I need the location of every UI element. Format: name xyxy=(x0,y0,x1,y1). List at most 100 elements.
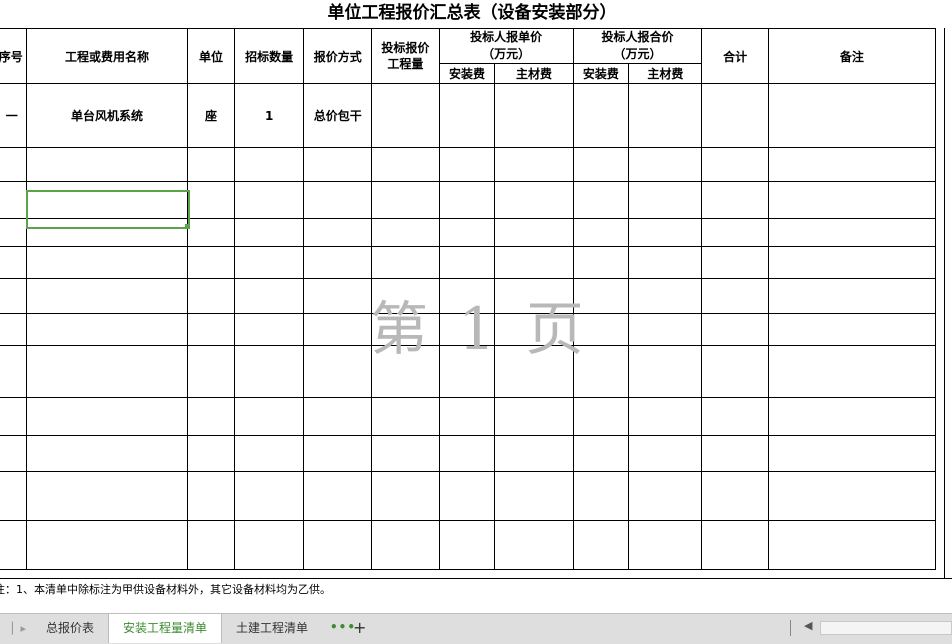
cell[interactable] xyxy=(572,147,630,182)
cell[interactable] xyxy=(494,471,574,521)
cell[interactable] xyxy=(572,181,630,219)
cell[interactable] xyxy=(0,218,27,247)
header-seq[interactable]: 序号 xyxy=(0,28,27,84)
cell[interactable] xyxy=(233,181,305,219)
header-bid-quote-qty[interactable]: 投标报价 工程量 xyxy=(371,28,440,84)
cell[interactable] xyxy=(767,397,937,436)
cell[interactable] xyxy=(438,278,496,314)
header-bid-qty[interactable]: 招标数量 xyxy=(233,28,305,84)
cell[interactable] xyxy=(371,520,440,570)
cell[interactable] xyxy=(371,345,440,398)
cell[interactable] xyxy=(233,313,305,346)
cell[interactable] xyxy=(701,218,769,247)
cell[interactable] xyxy=(371,83,440,148)
cell[interactable] xyxy=(371,246,440,279)
header-unit-price[interactable]: 投标人报单价 （万元） xyxy=(438,28,574,64)
cell[interactable] xyxy=(25,345,189,398)
cell[interactable] xyxy=(494,246,574,279)
cell[interactable] xyxy=(25,313,189,346)
cell[interactable] xyxy=(187,520,235,570)
cell[interactable] xyxy=(628,83,703,148)
cell[interactable] xyxy=(25,278,189,314)
cell[interactable] xyxy=(187,218,235,247)
cell[interactable] xyxy=(371,181,440,219)
cell[interactable] xyxy=(371,218,440,247)
cell[interactable] xyxy=(25,218,189,247)
cell[interactable] xyxy=(233,397,305,436)
horizontal-scrollbar[interactable]: ◀ xyxy=(790,618,952,638)
cell[interactable] xyxy=(187,397,235,436)
cell[interactable] xyxy=(494,345,574,398)
cell[interactable] xyxy=(701,520,769,570)
cell[interactable] xyxy=(0,313,27,346)
cell[interactable] xyxy=(25,397,189,436)
cell[interactable] xyxy=(767,218,937,247)
cell[interactable] xyxy=(494,397,574,436)
header-total[interactable]: 合计 xyxy=(701,28,769,84)
cell[interactable] xyxy=(628,278,703,314)
cell[interactable] xyxy=(767,435,937,472)
cell[interactable] xyxy=(233,520,305,570)
cell[interactable] xyxy=(438,147,496,182)
cell[interactable] xyxy=(767,83,937,148)
cell[interactable] xyxy=(494,520,574,570)
cell[interactable] xyxy=(628,246,703,279)
spreadsheet-area[interactable]: 单位工程报价汇总表（设备安装部分） 序号 工程或费用名称 单位 招标数量 报价方… xyxy=(0,0,952,613)
cell[interactable] xyxy=(628,345,703,398)
cell[interactable] xyxy=(187,278,235,314)
cell[interactable] xyxy=(371,313,440,346)
cell[interactable] xyxy=(701,471,769,521)
cell[interactable] xyxy=(371,435,440,472)
fill-handle[interactable] xyxy=(185,224,190,229)
cell[interactable] xyxy=(0,345,27,398)
cell[interactable] xyxy=(303,471,373,521)
add-sheet-icon[interactable]: + xyxy=(353,614,366,643)
cell[interactable] xyxy=(233,435,305,472)
tab-install-quantities[interactable]: 安装工程量清单 xyxy=(108,614,223,643)
cell[interactable] xyxy=(303,278,373,314)
cell[interactable] xyxy=(25,435,189,472)
cell[interactable] xyxy=(303,181,373,219)
cell[interactable] xyxy=(233,278,305,314)
cell[interactable] xyxy=(767,520,937,570)
scroll-left-icon[interactable]: ◀ xyxy=(804,619,812,632)
cell[interactable] xyxy=(494,83,574,148)
cell[interactable] xyxy=(303,520,373,570)
cell[interactable] xyxy=(303,218,373,247)
cell[interactable] xyxy=(572,218,630,247)
cell[interactable] xyxy=(187,181,235,219)
cell[interactable] xyxy=(371,278,440,314)
cell[interactable] xyxy=(303,246,373,279)
cell[interactable] xyxy=(0,397,27,436)
cell[interactable] xyxy=(0,435,27,472)
cell[interactable] xyxy=(371,147,440,182)
cell[interactable] xyxy=(767,181,937,219)
cell[interactable] xyxy=(0,181,27,219)
cell[interactable] xyxy=(701,181,769,219)
cell[interactable] xyxy=(187,435,235,472)
cell[interactable] xyxy=(303,313,373,346)
cell[interactable] xyxy=(187,471,235,521)
cell[interactable] xyxy=(187,313,235,346)
cell[interactable] xyxy=(233,246,305,279)
header-unit[interactable]: 单位 xyxy=(187,28,235,84)
cell[interactable] xyxy=(767,278,937,314)
cell[interactable] xyxy=(494,147,574,182)
cell[interactable] xyxy=(572,435,630,472)
cell[interactable] xyxy=(572,520,630,570)
cell[interactable] xyxy=(371,397,440,436)
cell[interactable] xyxy=(767,147,937,182)
header-material-fee[interactable]: 主材费 xyxy=(494,63,574,84)
cell[interactable] xyxy=(0,471,27,521)
cell[interactable] xyxy=(25,246,189,279)
cell[interactable] xyxy=(303,147,373,182)
cell[interactable] xyxy=(701,246,769,279)
cell[interactable] xyxy=(0,278,27,314)
cell[interactable] xyxy=(438,520,496,570)
cell[interactable] xyxy=(438,397,496,436)
cell[interactable] xyxy=(628,147,703,182)
cell-method[interactable]: 总价包干 xyxy=(303,83,373,148)
header-remark[interactable]: 备注 xyxy=(767,28,937,84)
cell[interactable] xyxy=(0,246,27,279)
cell[interactable] xyxy=(628,397,703,436)
